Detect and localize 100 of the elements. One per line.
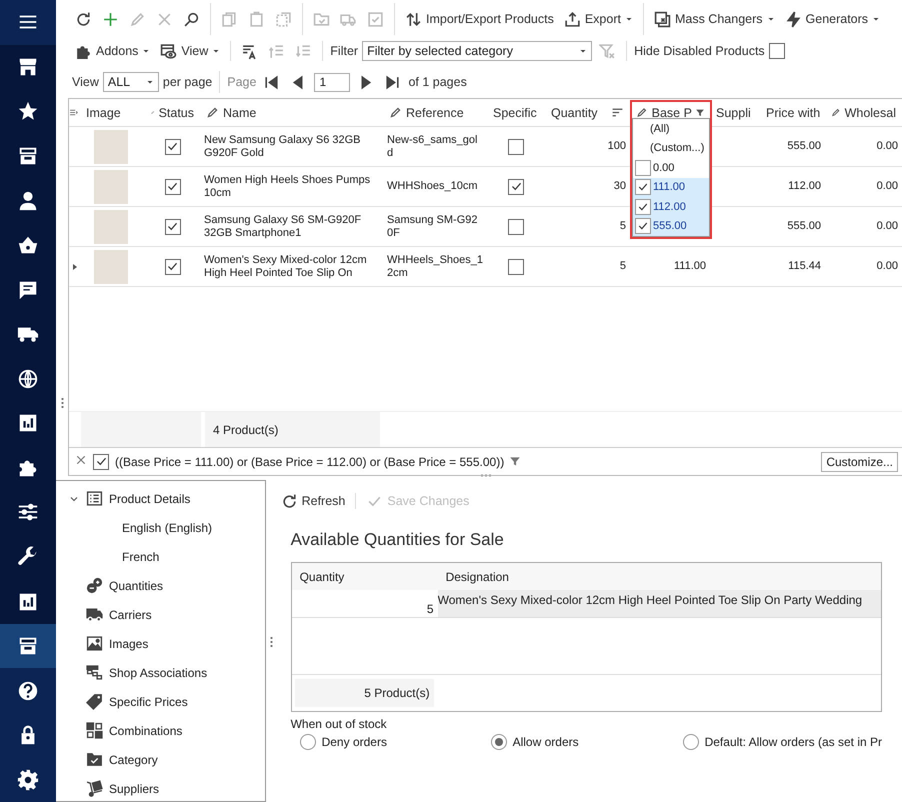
toolbar-button[interactable]: View — [157, 40, 224, 62]
checkbox[interactable] — [508, 218, 524, 234]
filter-option[interactable]: 112.00 — [633, 197, 709, 216]
toolbar-button[interactable]: Generators — [782, 8, 884, 30]
column-header[interactable]: Reference — [383, 99, 487, 126]
table-cell-text: New Samsung Galaxy S6 32GB G920F Gold — [204, 134, 362, 160]
field-label: When out of stock — [290, 717, 388, 731]
filter-option[interactable]: 111.00 — [633, 178, 709, 197]
column-header[interactable]: Quantity — [545, 99, 630, 126]
splitter-grip-icon[interactable] — [480, 474, 490, 477]
table-cell: WHHeels_Shoes_12cm — [387, 254, 483, 280]
tree-item[interactable]: Carriers — [109, 600, 259, 629]
hand-truck-icon — [86, 780, 103, 797]
filter-history-button[interactable] — [510, 454, 520, 468]
outdent-icon — [295, 42, 312, 60]
pencil-icon — [389, 106, 402, 119]
filter-option[interactable]: 0.00 — [633, 158, 709, 178]
filter-option[interactable]: (All) — [633, 119, 709, 138]
page-number-field[interactable]: 1 — [314, 72, 350, 92]
column-header[interactable]: Specific — [487, 99, 545, 126]
check-icon — [166, 220, 179, 233]
check-icon — [166, 180, 179, 193]
toolbar-button[interactable]: Mass Changers — [650, 8, 778, 30]
folder-check-icon — [313, 10, 330, 28]
checkbox[interactable] — [508, 178, 524, 194]
radio-option[interactable]: Default: Allow orders (as set in Pr — [682, 734, 882, 750]
photo-placeholder — [94, 210, 128, 244]
tree-item[interactable]: Combinations — [109, 716, 259, 745]
clear-filter-icon — [599, 42, 616, 60]
toolbar-label: Page — [227, 75, 256, 89]
table-cell: 555.00 — [787, 220, 821, 233]
caret-icon — [579, 47, 588, 55]
check-icon — [637, 200, 649, 213]
column-header[interactable]: Quantity — [292, 563, 438, 590]
tree-item[interactable]: Specific Prices — [109, 687, 259, 716]
filter-option[interactable]: (Custom...) — [633, 138, 709, 158]
toolbar-button[interactable]: Export — [560, 8, 636, 30]
close-icon — [75, 454, 87, 466]
column-header[interactable]: Wholesal — [825, 99, 902, 126]
caret-icon — [142, 47, 150, 55]
column-header[interactable]: Image — [80, 99, 145, 126]
tree-item[interactable]: Suppliers — [109, 774, 259, 802]
checkbox[interactable] — [508, 258, 524, 274]
column-header[interactable]: Designation — [438, 563, 509, 590]
column-header[interactable]: Status — [145, 99, 200, 126]
dropdown-field[interactable]: ALL — [102, 72, 159, 92]
toolbar-button[interactable]: Addons — [72, 40, 154, 62]
table-cell-text: Samsung Galaxy S6 SM-G920F 32GB Smartphone1 — [204, 214, 362, 240]
tree-item[interactable]: Quantities — [109, 571, 259, 600]
checkbox[interactable] — [164, 258, 180, 274]
truck-icon — [86, 606, 103, 623]
checkbox[interactable] — [93, 454, 109, 470]
table-cell-text: Women High Heels Shoes Pumps 10cm — [204, 174, 372, 200]
column-header[interactable]: Price with — [760, 99, 825, 126]
star-icon — [17, 100, 39, 122]
check-icon — [94, 455, 108, 468]
tree-item[interactable]: English (English) — [122, 513, 259, 542]
basket-icon — [17, 234, 39, 256]
checkbox-label: Hide Disabled Products — [634, 44, 765, 58]
dropdown-field[interactable]: Filter by selected category — [362, 41, 592, 61]
table-cell: 112.00 — [788, 180, 821, 193]
table-cell: 0.00 — [876, 180, 898, 193]
column-header[interactable]: Name — [200, 99, 383, 126]
check-icon — [637, 181, 649, 194]
check-icon — [166, 140, 179, 153]
font-list-icon — [241, 42, 258, 60]
photo-placeholder — [94, 130, 128, 164]
tree-item[interactable]: Shop Associations — [109, 658, 259, 687]
table-cell: 5 — [620, 220, 626, 233]
search-icon — [183, 10, 200, 28]
filter-option[interactable]: 555.00 — [633, 216, 709, 236]
toolbar-button[interactable]: Import/Export Products — [402, 8, 557, 30]
tree-item[interactable]: Images — [109, 629, 259, 658]
checkbox[interactable] — [508, 138, 524, 154]
copy-icon — [221, 10, 238, 28]
radio-option[interactable]: Deny orders — [300, 734, 491, 750]
tree-item[interactable]: Category — [109, 745, 259, 774]
lightning-icon — [784, 10, 802, 28]
checkbox[interactable] — [164, 178, 180, 194]
sidebar-button[interactable] — [0, 624, 56, 668]
table-cell: 555.00 — [787, 140, 821, 153]
table-cell-text: Samsung SM-G920F — [387, 214, 478, 240]
checkbox[interactable] — [164, 138, 180, 154]
radio-option[interactable]: Allow orders — [490, 734, 683, 750]
checkbox[interactable] — [768, 43, 785, 59]
splitter-grip-icon[interactable] — [270, 636, 274, 646]
tree-item[interactable]: French — [122, 542, 259, 571]
refresh-icon — [280, 492, 298, 510]
splitter-grip-icon[interactable] — [60, 397, 64, 408]
shop-association-icon — [86, 664, 103, 681]
customize-button[interactable]: Customize... — [821, 452, 898, 472]
filter-icon — [510, 456, 520, 466]
toolbar-button[interactable]: Refresh — [278, 490, 348, 512]
table-cell-text: New-s6_sams_gold — [387, 134, 478, 160]
checkbox[interactable] — [164, 218, 180, 234]
tree-item[interactable]: Product Details — [109, 484, 259, 513]
table-cell: Women's Sexy Mixed-color 12cm High Heel Pointed Toe Slip On Party Wedding — [438, 590, 881, 617]
column-header[interactable]: Suppli — [710, 99, 760, 126]
upload-icon — [564, 10, 581, 28]
settings-icon — [17, 768, 39, 791]
